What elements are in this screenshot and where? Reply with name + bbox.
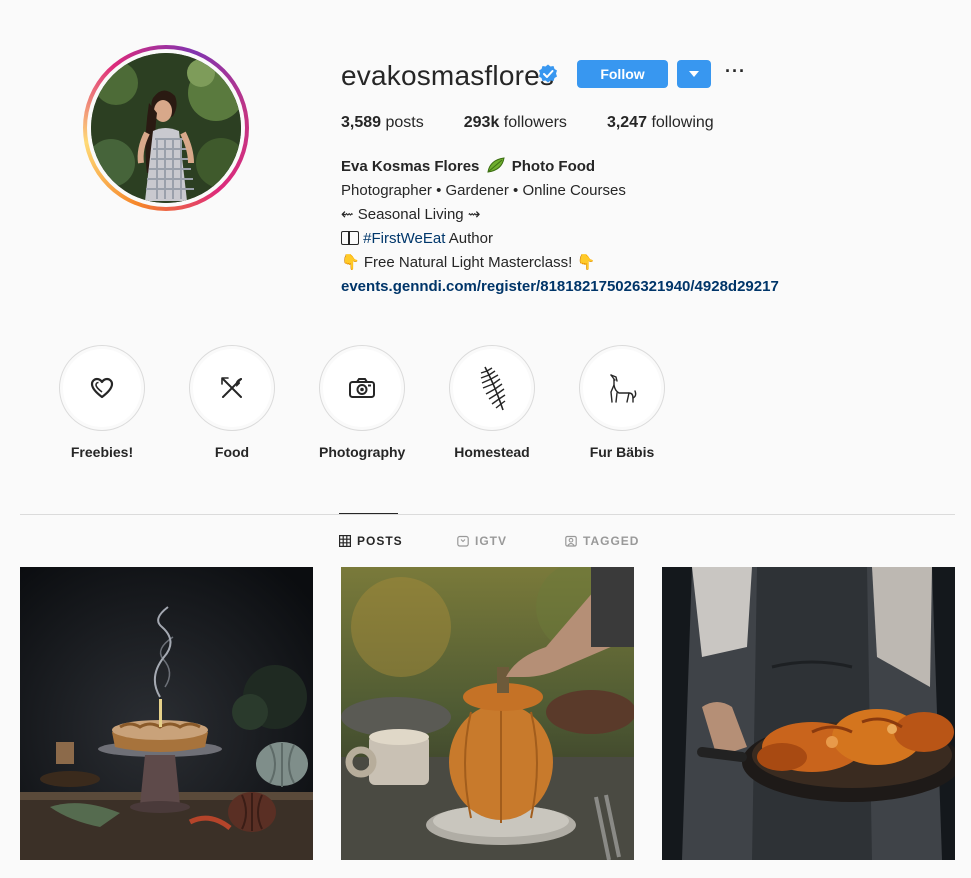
leaf-icon	[486, 157, 505, 173]
profile-username: evakosmasflores	[341, 60, 555, 91]
hashtag-suffix: Author	[448, 230, 493, 247]
verified-badge-icon	[539, 64, 557, 83]
tab-tagged[interactable]: TAGGED	[565, 534, 639, 548]
bio-website-link[interactable]: events.genndi.com/register/8181821750263…	[341, 275, 779, 299]
howling-wolf-icon	[610, 374, 637, 403]
tab-label: POSTS	[357, 534, 403, 548]
profile-stats: 3,589 posts 293k followers 3,247 followi…	[341, 114, 754, 132]
followers-count: 293k	[463, 114, 500, 131]
avatar-border	[87, 49, 245, 207]
highlight-homestead[interactable]: Homestead	[449, 345, 535, 460]
highlight-label: Freebies!	[70, 444, 134, 460]
tag-icon	[565, 535, 577, 547]
following-stat[interactable]: 3,247 following	[607, 114, 714, 132]
camera-icon	[349, 378, 375, 398]
tab-label: IGTV	[475, 534, 508, 548]
profile-bio: Eva Kosmas Flores Photo Food Photographe…	[341, 155, 779, 299]
posts-label: posts	[385, 114, 424, 131]
highlight-label: Food	[214, 444, 250, 460]
highlight-label: Photography	[319, 444, 406, 460]
highlight-cover	[189, 345, 275, 431]
posts-count: 3,589	[341, 114, 382, 131]
avatar-photo	[91, 53, 241, 203]
more-options-icon[interactable]: ···	[725, 62, 747, 84]
fork-knife-icon	[221, 377, 242, 398]
avatar-image	[91, 53, 241, 203]
caret-down-icon	[689, 71, 699, 77]
post-thumbnail[interactable]	[20, 567, 313, 860]
tab-igtv[interactable]: IGTV	[457, 534, 507, 548]
highlight-cover	[319, 345, 405, 431]
book-icon	[341, 231, 359, 245]
post-image-roast-chicken	[662, 567, 955, 860]
tabs-divider	[20, 514, 955, 515]
grid-icon	[339, 535, 351, 547]
follow-button[interactable]: Follow	[577, 60, 668, 88]
pointing-down-hand-icon: 👇	[576, 254, 596, 271]
bio-line-3: #FirstWeEat Author	[341, 227, 779, 251]
tab-posts[interactable]: POSTS	[339, 534, 403, 548]
fern-icon	[480, 366, 506, 411]
highlight-freebies[interactable]: Freebies!	[59, 345, 145, 460]
following-label: following	[651, 114, 714, 131]
highlight-cover-inner	[323, 349, 401, 427]
highlight-label: Homestead	[454, 444, 530, 460]
suggestions-dropdown-button[interactable]	[677, 60, 711, 88]
hashtag-link[interactable]: #FirstWeEat	[363, 230, 445, 247]
highlight-cover-inner	[193, 349, 271, 427]
highlight-cover-inner	[583, 349, 661, 427]
highlight-cover	[579, 345, 665, 431]
bio-name-line: Eva Kosmas Flores Photo Food	[341, 155, 779, 179]
heart-icon	[90, 377, 114, 399]
following-count: 3,247	[606, 114, 647, 131]
followers-label: followers	[503, 114, 567, 131]
highlight-cover	[59, 345, 145, 431]
tab-label: TAGGED	[583, 534, 640, 548]
highlight-label: Fur Bäbis	[589, 444, 655, 460]
posts-stat: 3,589 posts	[341, 114, 424, 132]
highlight-cover-inner	[453, 349, 531, 427]
post-thumbnail[interactable]	[341, 567, 634, 860]
followers-stat[interactable]: 293k followers	[464, 114, 567, 132]
post-thumbnail[interactable]	[662, 567, 955, 860]
masterclass-text: Free Natural Light Masterclass!	[363, 254, 573, 271]
highlight-cover	[449, 345, 535, 431]
tv-icon	[457, 535, 469, 547]
active-tab-indicator	[339, 513, 398, 514]
bio-line-1: Photographer • Gardener • Online Courses	[341, 182, 626, 199]
highlight-fur-babis[interactable]: Fur Bäbis	[579, 345, 665, 460]
highlight-photography[interactable]: Photography	[319, 345, 405, 460]
profile-avatar[interactable]	[83, 45, 249, 211]
highlight-food[interactable]: Food	[189, 345, 275, 460]
bio-line-2: ⇜ Seasonal Living ⇝	[341, 206, 481, 223]
highlight-cover-inner	[63, 349, 141, 427]
post-image-pie	[20, 567, 313, 860]
bio-line-4: 👇 Free Natural Light Masterclass! 👇	[341, 251, 779, 275]
full-name: Eva Kosmas Flores	[341, 158, 480, 175]
bio-title: Photo Food	[511, 158, 596, 175]
pointing-down-hand-icon: 👇	[341, 254, 360, 271]
post-image-pumpkin	[341, 567, 634, 860]
